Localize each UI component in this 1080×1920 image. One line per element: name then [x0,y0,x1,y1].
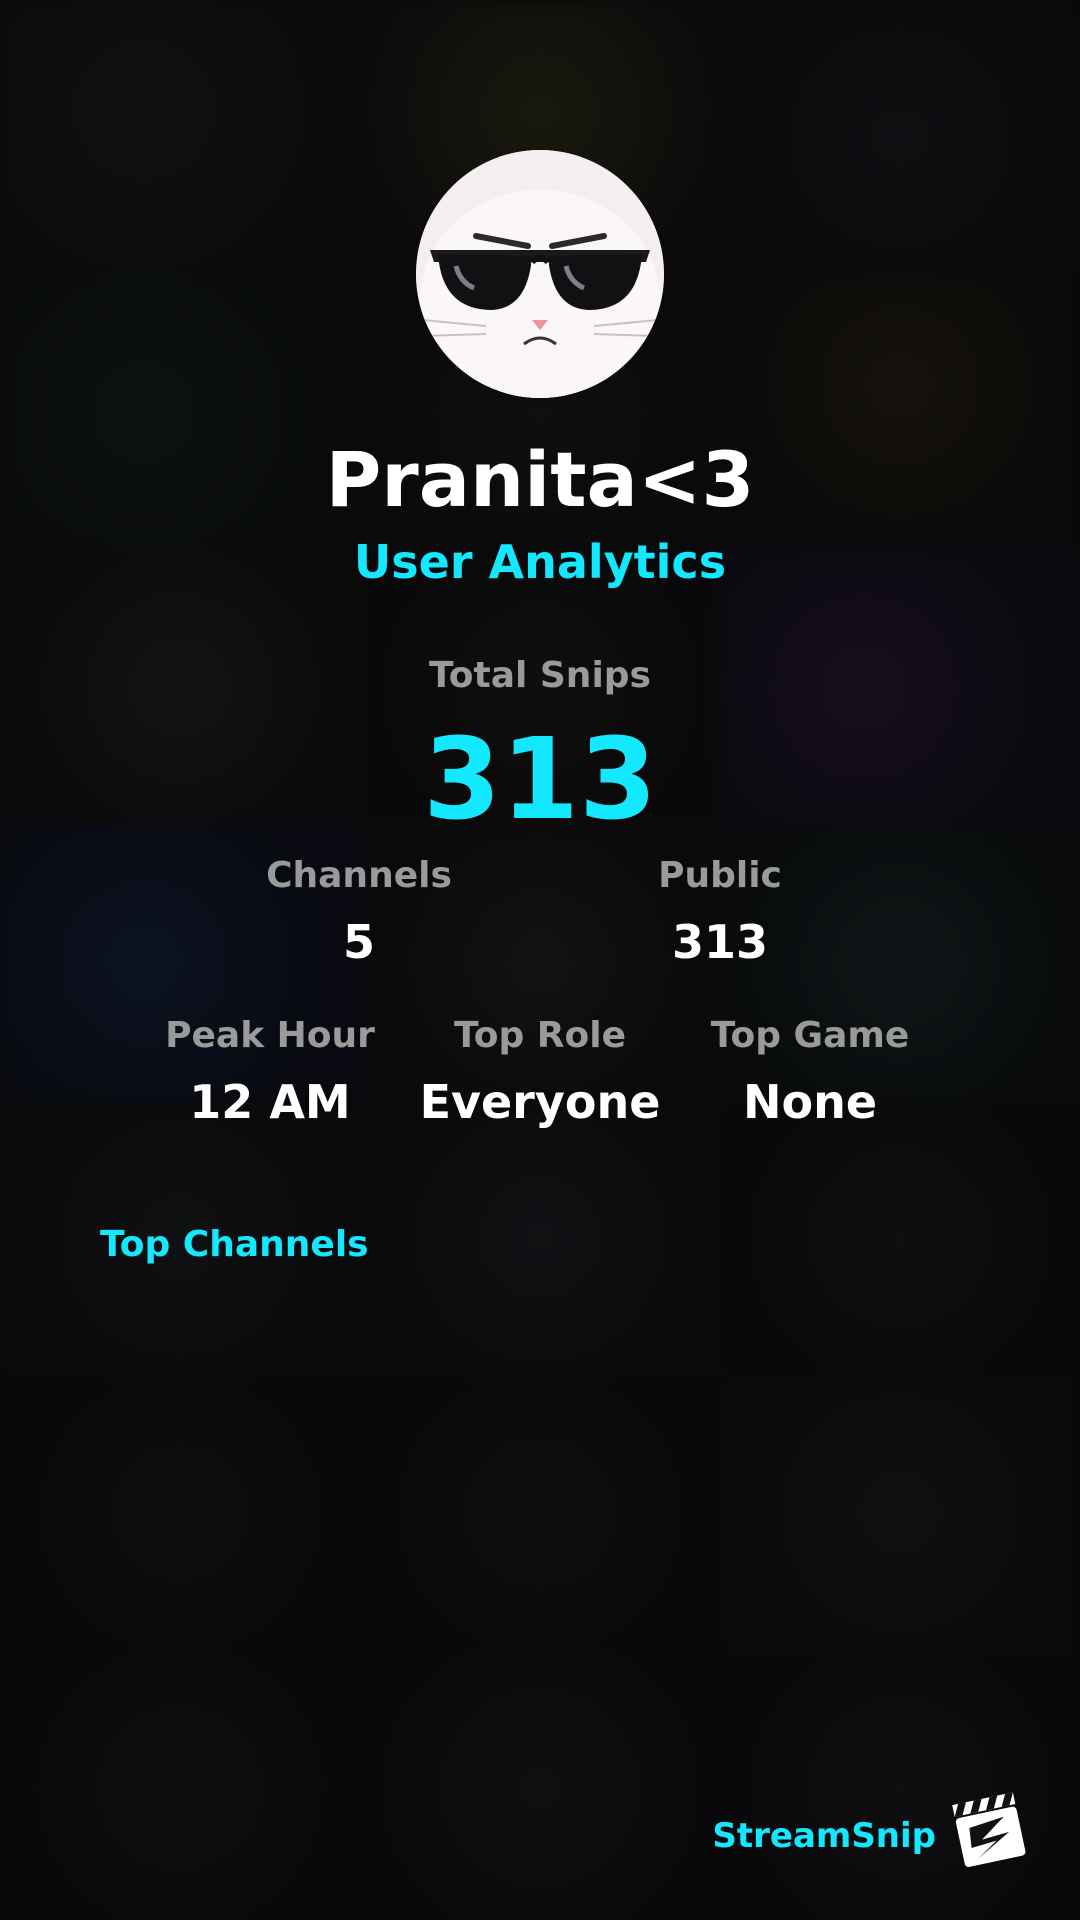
avatar [416,150,664,398]
peak-hour-label: Peak Hour [165,1015,375,1056]
page-subtitle: User Analytics [353,535,727,589]
username: Pranita<3 [325,435,755,524]
public-label: Public [658,855,782,896]
channels-value: 5 [342,915,375,969]
total-snips-label: Total Snips [429,655,651,696]
channels-label: Channels [266,855,452,896]
cool-cat-sunglasses-avatar-icon [416,150,664,398]
brand-name: StreamSnip [712,1816,936,1856]
top-role-label: Top Role [453,1015,627,1056]
peak-hour-value: 12 AM [189,1075,351,1129]
analytics-card: Pranita<3 User Analytics Total Snips 313… [0,0,1080,1920]
clapperboard-logo-icon [950,1790,1028,1868]
public-value: 313 [671,915,769,969]
top-role-value: Everyone [419,1075,661,1129]
top-game-label: Top Game [710,1015,910,1056]
total-snips-value: 313 [423,715,657,845]
top-game-value: None [742,1075,878,1129]
top-channels-title: Top Channels [100,1224,369,1265]
